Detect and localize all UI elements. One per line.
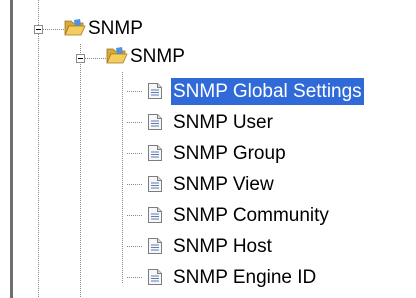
tree-connector — [127, 246, 143, 247]
tree-connector — [127, 153, 143, 154]
tree-leaf-item[interactable]: SNMP Global Settings — [0, 78, 416, 105]
open-folder-icon — [64, 19, 86, 36]
tree-connector — [127, 91, 143, 92]
tree-leaf-label[interactable]: SNMP Group — [171, 140, 288, 167]
tree-leaf-label[interactable]: SNMP Community — [171, 202, 331, 229]
tree-leaf-label[interactable]: SNMP Host — [171, 233, 274, 260]
tree-connector — [43, 29, 65, 30]
document-icon — [148, 238, 162, 254]
tree-connector — [127, 215, 143, 216]
tree-leaf-label[interactable]: SNMP View — [171, 171, 276, 198]
collapse-toggle-icon[interactable] — [76, 54, 85, 63]
document-icon — [148, 114, 162, 130]
tree-leaf-item[interactable]: SNMP Engine ID — [0, 264, 416, 291]
document-icon — [148, 83, 162, 99]
tree-leaf-label[interactable]: SNMP Engine ID — [171, 264, 318, 291]
tree-leaf-item[interactable]: SNMP View — [0, 171, 416, 198]
tree-leaf-item[interactable]: SNMP Host — [0, 233, 416, 260]
document-icon — [148, 207, 162, 223]
tree-connector — [127, 122, 143, 123]
open-folder-icon — [106, 47, 128, 64]
tree-leaf-label[interactable]: SNMP User — [171, 109, 275, 136]
tree-leaf-item[interactable]: SNMP User — [0, 109, 416, 136]
tree-node-child-label[interactable]: SNMP — [128, 43, 187, 70]
tree-leaf-item[interactable]: SNMP Community — [0, 202, 416, 229]
tree-node-root-label[interactable]: SNMP — [86, 15, 145, 42]
tree-connector — [127, 184, 143, 185]
tree-leaf-label[interactable]: SNMP Global Settings — [171, 78, 364, 105]
tree-connector — [85, 58, 107, 59]
document-icon — [148, 145, 162, 161]
tree-connector — [127, 277, 143, 278]
document-icon — [148, 176, 162, 192]
collapse-toggle-icon[interactable] — [34, 25, 43, 34]
document-icon — [148, 269, 162, 285]
tree-leaf-item[interactable]: SNMP Group — [0, 140, 416, 167]
